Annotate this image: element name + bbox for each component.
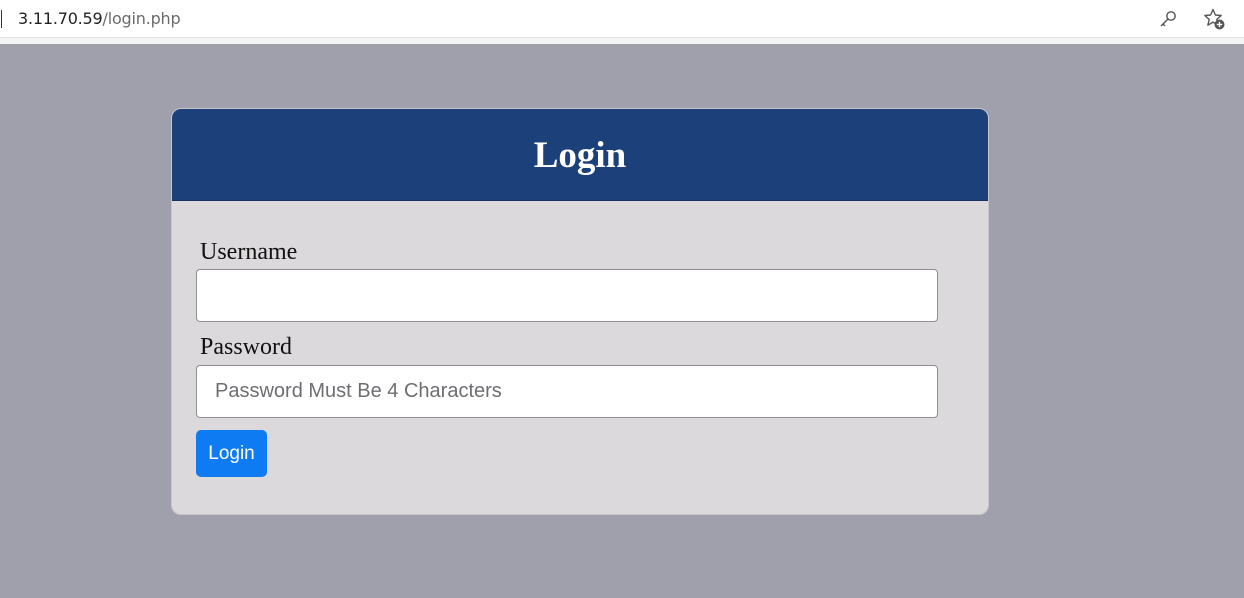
- key-icon[interactable]: [1155, 6, 1181, 32]
- browser-address-bar: 3.11.70.59/login.php: [0, 0, 1244, 38]
- url-path: /login.php: [102, 9, 181, 28]
- page-title: Login: [533, 134, 627, 176]
- password-input[interactable]: [196, 365, 938, 418]
- username-input[interactable]: [196, 269, 938, 322]
- address-bar-shadow: [0, 38, 1244, 44]
- add-favorite-icon[interactable]: [1201, 6, 1227, 32]
- address-url[interactable]: 3.11.70.59/login.php: [18, 9, 181, 28]
- password-label: Password: [200, 334, 293, 360]
- login-button[interactable]: Login: [196, 430, 267, 477]
- url-host: 3.11.70.59: [18, 9, 103, 28]
- text-cursor: [1, 10, 2, 28]
- username-label: Username: [200, 239, 298, 265]
- login-card-header: Login: [172, 109, 988, 201]
- login-card: Login Username Password Login: [171, 108, 989, 515]
